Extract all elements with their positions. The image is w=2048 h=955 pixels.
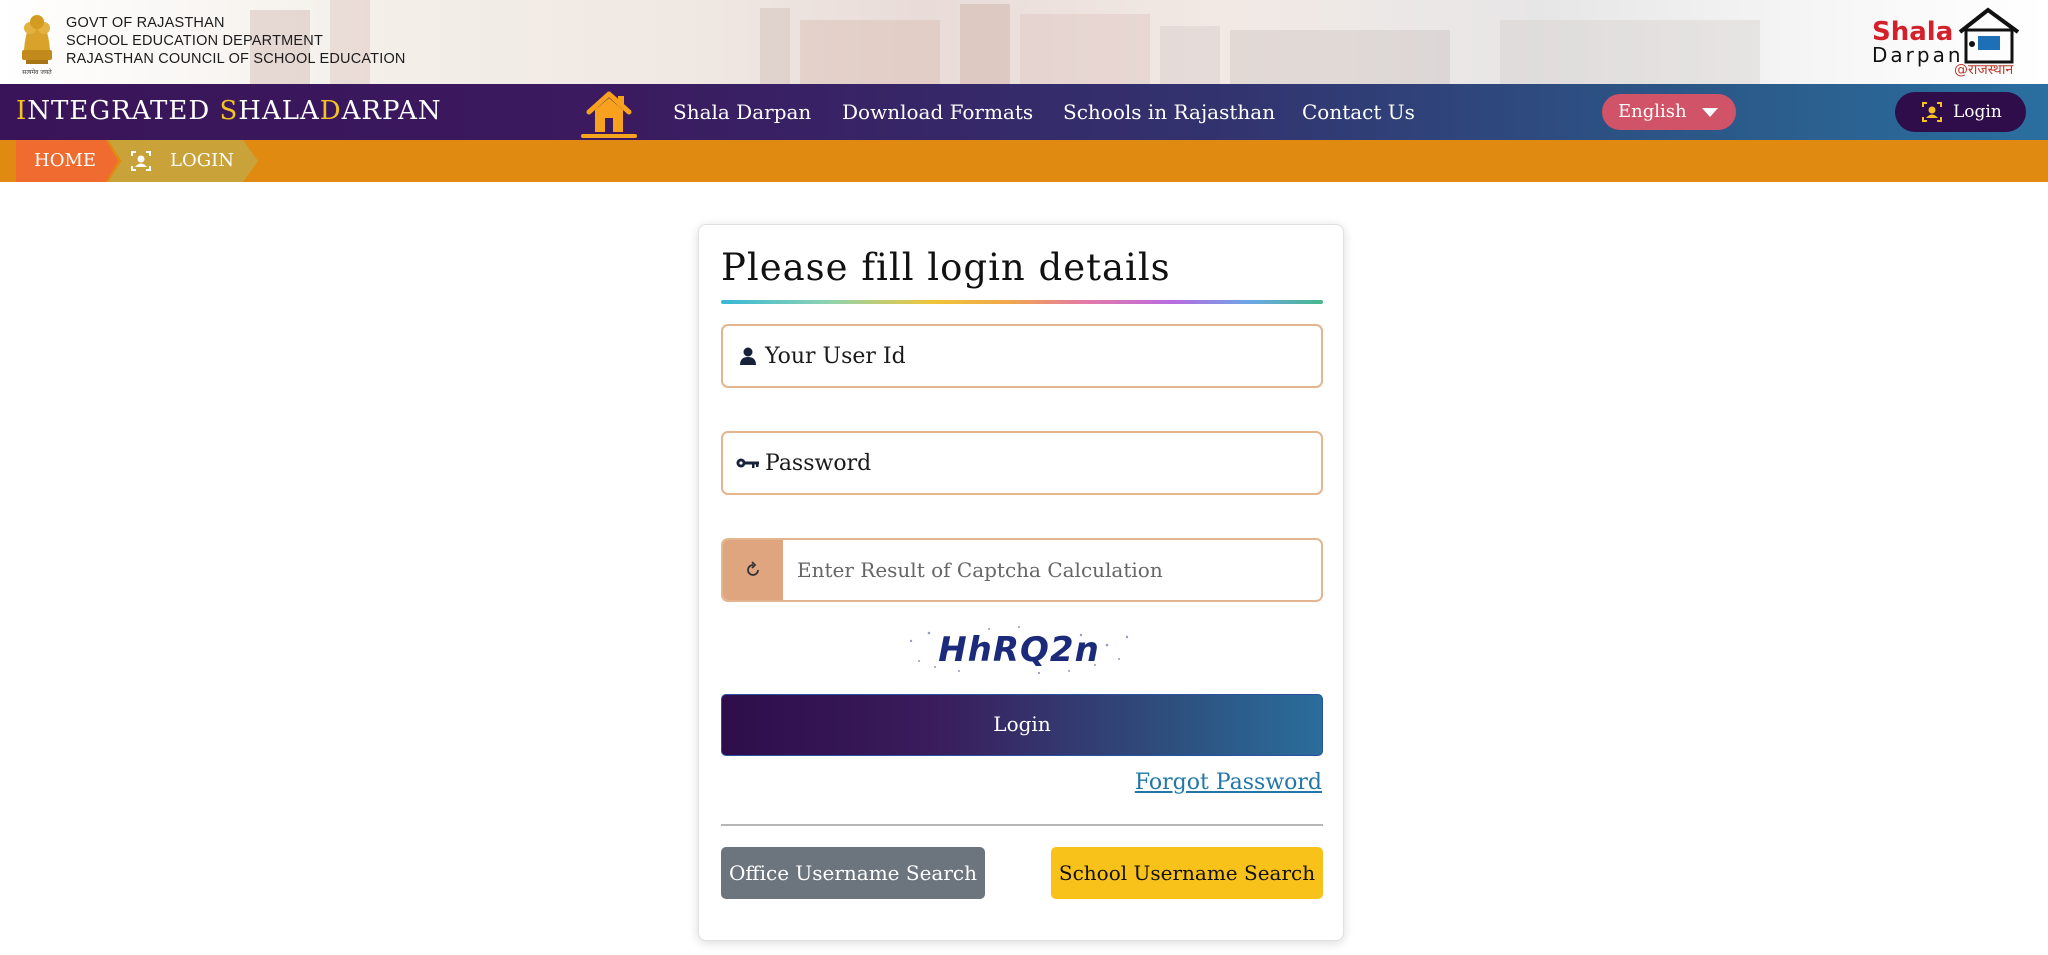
captcha-placeholder: Enter Result of Captcha Calculation (797, 558, 1163, 582)
title-divider (721, 300, 1323, 304)
forgot-password-link[interactable]: Forgot Password (1135, 770, 1322, 795)
nav-home-link[interactable] (582, 90, 636, 136)
nav-item-shala-darpan[interactable]: Shala Darpan (673, 84, 811, 140)
logo-tagline: @राजस्थान (1954, 62, 2013, 78)
user-badge-icon (131, 151, 151, 171)
top-banner: सत्यमेव जयते GOVT OF RAJASTHAN SCHOOL ED… (0, 0, 2048, 84)
nav-login-button[interactable]: Login (1895, 92, 2026, 132)
login-button[interactable]: Login (721, 694, 1323, 756)
section-divider (721, 824, 1323, 826)
userid-placeholder: Your User Id (765, 343, 906, 369)
govt-identity: सत्यमेव जयते GOVT OF RAJASTHAN SCHOOL ED… (16, 6, 406, 78)
login-card: Please fill login details Your User Id P… (698, 224, 1344, 941)
govt-lines: GOVT OF RAJASTHAN SCHOOL EDUCATION DEPAR… (66, 14, 406, 68)
language-select[interactable]: English (1602, 94, 1736, 130)
office-username-search-button[interactable]: Office Username Search (721, 847, 985, 899)
brand-part: I (16, 96, 28, 126)
language-value: English (1618, 101, 1687, 122)
login-title: Please fill login details (721, 246, 1171, 289)
brand-part: NTEGRATED (27, 96, 220, 126)
password-placeholder: Password (765, 450, 872, 476)
brand-part: S (219, 96, 239, 126)
state-emblem-icon: सत्यमेव जयते (22, 15, 52, 76)
logo-word2: Darpan (1872, 43, 1964, 67)
brand-part: D (319, 96, 342, 126)
captcha-image: HhRQ2n (899, 621, 1139, 677)
school-username-search-button[interactable]: School Username Search (1051, 847, 1323, 899)
user-badge-icon (1922, 102, 1942, 122)
main-navbar: INTEGRATED SHALADARPAN Shala Darpan Down… (0, 84, 2048, 140)
caret-down-icon (1702, 108, 1718, 117)
key-icon (736, 458, 759, 468)
brand-part: ARPAN (341, 96, 442, 126)
captcha-field[interactable]: Enter Result of Captcha Calculation (721, 538, 1323, 602)
nav-item-schools-in-rajasthan[interactable]: Schools in Rajasthan (1063, 84, 1275, 140)
password-field[interactable]: Password (721, 431, 1323, 495)
home-icon (586, 91, 632, 132)
captcha-text: HhRQ2n (938, 630, 1100, 670)
shala-darpan-logo: Shala Darpan @राजस्थान (1872, 7, 2020, 78)
govt-line: GOVT OF RAJASTHAN (66, 15, 225, 31)
breadcrumb: LOGIN HOME (0, 140, 2048, 182)
refresh-icon (747, 561, 759, 576)
emblem-caption: सत्यमेव जयते (22, 68, 52, 76)
dept-line: SCHOOL EDUCATION DEPARTMENT (66, 33, 324, 49)
site-brand[interactable]: INTEGRATED SHALADARPAN (16, 96, 442, 126)
userid-field[interactable]: Your User Id (721, 324, 1323, 388)
council-line: RAJASTHAN COUNCIL OF SCHOOL EDUCATION (66, 51, 406, 67)
nav-login-label: Login (1953, 102, 2002, 122)
captcha-refresh-button[interactable] (723, 540, 783, 600)
nav-item-download-formats[interactable]: Download Formats (842, 84, 1033, 140)
breadcrumb-home[interactable]: HOME (16, 140, 118, 182)
user-icon (740, 347, 756, 365)
breadcrumb-current: LOGIN (108, 140, 258, 182)
active-nav-indicator (581, 134, 637, 138)
brand-part: HALA (238, 96, 320, 126)
nav-item-contact-us[interactable]: Contact Us (1302, 84, 1415, 140)
breadcrumb-current-label: LOGIN (170, 150, 234, 171)
